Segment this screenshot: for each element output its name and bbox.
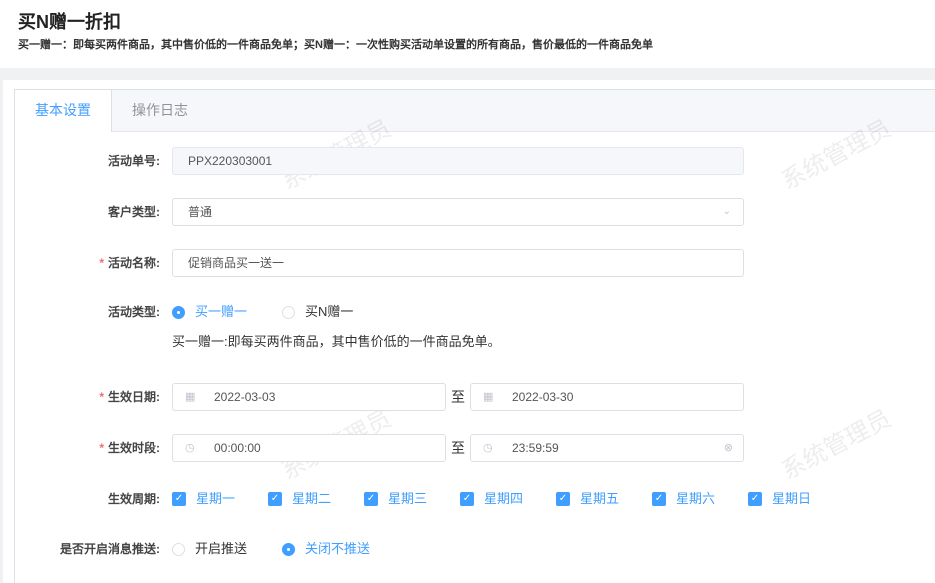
start-time-input[interactable]: ◷ 00:00:00 xyxy=(172,434,446,462)
required-mark: * xyxy=(99,390,104,404)
checkbox-thursday[interactable]: ✓ 星期四 xyxy=(460,485,523,513)
radio-unchecked-icon xyxy=(282,305,295,319)
name-input[interactable]: 促销商品买一送一 xyxy=(172,249,744,277)
date-separator: 至 xyxy=(451,389,465,405)
radio-push-on[interactable]: 开启推送 xyxy=(172,535,247,563)
checkbox-checked-icon: ✓ xyxy=(172,492,186,506)
radio-buy-n-get-one[interactable]: 买N赠一 xyxy=(282,298,353,326)
checkbox-label: 星期日 xyxy=(772,491,812,506)
date-label-text: 生效日期: xyxy=(108,390,160,404)
radio-checked-icon xyxy=(282,542,295,556)
page-title: 买N赠一折扣 xyxy=(18,12,121,32)
checkbox-friday[interactable]: ✓ 星期五 xyxy=(556,485,619,513)
checkbox-label: 星期四 xyxy=(484,491,524,506)
checkbox-label: 星期一 xyxy=(196,491,236,506)
tab-bar: 基本设置 操作日志 xyxy=(15,90,935,132)
end-time-input[interactable]: ◷ 23:59:59 ⊗ xyxy=(470,434,744,462)
start-date-input[interactable]: ▦ 2022-03-03 xyxy=(172,383,446,411)
checkbox-sunday[interactable]: ✓ 星期日 xyxy=(748,485,811,513)
row-date: * 生效日期: ▦ 2022-03-03 至 ▦ 2022-03-30 xyxy=(0,383,935,411)
calendar-icon: ▦ xyxy=(185,391,196,403)
checkbox-checked-icon: ✓ xyxy=(460,492,474,506)
time-label-text: 生效时段: xyxy=(108,441,160,455)
start-time-value: 00:00:00 xyxy=(214,441,261,455)
end-date-value: 2022-03-30 xyxy=(512,390,574,404)
radio-checked-icon xyxy=(172,305,185,319)
required-mark: * xyxy=(99,441,104,455)
customer-type-label: 客户类型: xyxy=(108,205,160,219)
tab-operation-log[interactable]: 操作日志 xyxy=(112,90,208,131)
radio-push-off[interactable]: 关闭不推送 xyxy=(282,535,370,563)
clear-icon[interactable]: ⊗ xyxy=(724,435,733,461)
clock-icon: ◷ xyxy=(185,442,195,454)
row-type: 活动类型: 买一赠一 买N赠一 xyxy=(0,298,935,326)
page-header: 买N赠一折扣 买一赠一：即每买两件商品，其中售价低的一件商品免单；买N赠一：一次… xyxy=(18,10,653,52)
order-no-input: PPX220303001 xyxy=(172,147,744,175)
weekdays-label: 生效周期: xyxy=(108,492,160,506)
start-date-value: 2022-03-03 xyxy=(214,390,276,404)
row-time: * 生效时段: ◷ 00:00:00 至 ◷ 23:59:59 ⊗ xyxy=(0,434,935,462)
name-label-text: 活动名称: xyxy=(108,256,160,270)
checkbox-label: 星期三 xyxy=(388,491,428,506)
push-label: 是否开启消息推送: xyxy=(60,542,160,556)
time-label: * 生效时段: xyxy=(99,434,160,462)
checkbox-checked-icon: ✓ xyxy=(556,492,570,506)
order-no-label: 活动单号: xyxy=(108,154,160,168)
name-label: * 活动名称: xyxy=(99,249,160,277)
radio-label: 买一赠一 xyxy=(195,304,248,319)
checkbox-checked-icon: ✓ xyxy=(268,492,282,506)
checkbox-monday[interactable]: ✓ 星期一 xyxy=(172,485,235,513)
date-label: * 生效日期: xyxy=(99,383,160,411)
end-date-input[interactable]: ▦ 2022-03-30 xyxy=(470,383,744,411)
radio-unchecked-icon xyxy=(172,542,185,556)
row-weekdays: 生效周期: ✓ 星期一 ✓ 星期二 ✓ 星期三 ✓ 星期四 ✓ 星期五 ✓ 星期六 ✓ 星期日 xyxy=(0,485,935,513)
checkbox-saturday[interactable]: ✓ 星期六 xyxy=(652,485,715,513)
radio-label: 买N赠一 xyxy=(305,304,354,319)
checkbox-checked-icon: ✓ xyxy=(652,492,666,506)
checkbox-wednesday[interactable]: ✓ 星期三 xyxy=(364,485,427,513)
row-order-no: 活动单号: PPX220303001 xyxy=(0,147,935,175)
checkbox-checked-icon: ✓ xyxy=(364,492,378,506)
checkbox-tuesday[interactable]: ✓ 星期二 xyxy=(268,485,331,513)
clock-icon: ◷ xyxy=(483,442,493,454)
page-description: 买一赠一：即每买两件商品，其中售价低的一件商品免单；买N赠一：一次性购买活动单设… xyxy=(18,39,653,51)
required-mark: * xyxy=(99,256,104,270)
row-name: * 活动名称: 促销商品买一送一 xyxy=(0,249,935,277)
chevron-down-icon: ⌄ xyxy=(722,206,731,217)
type-hint: 买一赠一:即每买两件商品，其中售价低的一件商品免单。 xyxy=(172,334,501,349)
radio-buy-one-get-one[interactable]: 买一赠一 xyxy=(172,298,247,326)
time-separator: 至 xyxy=(451,440,465,456)
checkbox-checked-icon: ✓ xyxy=(748,492,762,506)
calendar-icon: ▦ xyxy=(483,391,494,403)
checkbox-label: 星期二 xyxy=(292,491,332,506)
checkbox-label: 星期五 xyxy=(580,491,620,506)
end-time-value: 23:59:59 xyxy=(512,441,559,455)
row-customer-type: 客户类型: 普通 ⌄ xyxy=(0,198,935,226)
radio-label: 关闭不推送 xyxy=(305,541,371,556)
tab-basic-settings[interactable]: 基本设置 xyxy=(15,90,112,132)
row-push: 是否开启消息推送: 开启推送 关闭不推送 xyxy=(0,535,935,563)
radio-label: 开启推送 xyxy=(195,541,248,556)
type-label: 活动类型: xyxy=(108,305,160,319)
customer-type-select[interactable]: 普通 ⌄ xyxy=(172,198,744,226)
customer-type-value: 普通 xyxy=(188,205,213,219)
checkbox-label: 星期六 xyxy=(676,491,716,506)
